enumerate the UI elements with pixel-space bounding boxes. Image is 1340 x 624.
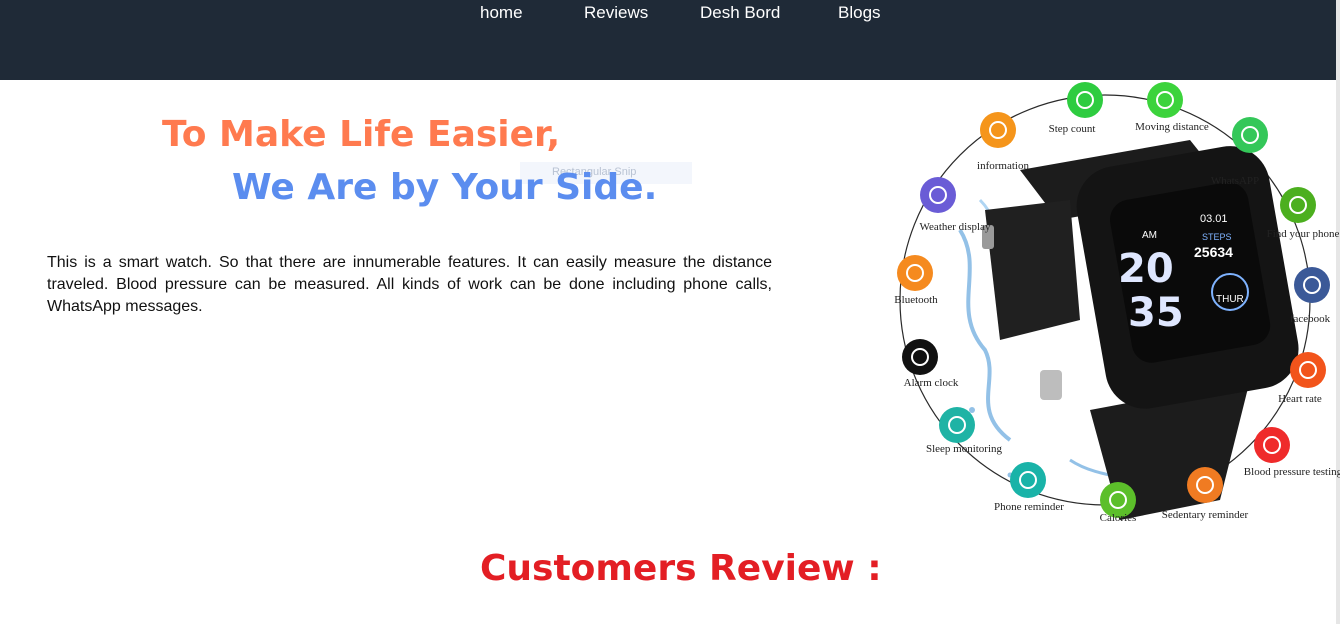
- customers-review-heading: Customers Review :: [480, 548, 882, 589]
- feature-12: Bluetooth: [894, 255, 938, 306]
- feature-label: Sleep monitoring: [926, 443, 1003, 455]
- feature-label: facebook: [1290, 313, 1331, 325]
- feature-9: Phone reminder: [994, 462, 1064, 513]
- smartwatch-product-image: AM 03.01 STEPS 25634 20 35 THUR Step cou…: [894, 82, 1340, 524]
- feature-6: Blood pressure testing: [1244, 427, 1340, 478]
- top-navbar: home Reviews Desh Bord Blogs: [0, 0, 1336, 80]
- feature-label: WhatsAPP: [1211, 175, 1259, 187]
- feature-11: Alarm clock: [902, 339, 959, 389]
- heart-pulse-icon: [1290, 352, 1326, 388]
- facebook-icon: [1294, 267, 1330, 303]
- feature-label: Step count: [1049, 123, 1096, 135]
- feature-14: information: [977, 112, 1029, 172]
- watch-date: 03.01: [1200, 213, 1228, 225]
- sleep-icon: [939, 407, 975, 443]
- message-icon: [980, 112, 1016, 148]
- feature-label: Sedentary reminder: [1162, 509, 1249, 521]
- nav-link-home[interactable]: home: [480, 3, 523, 23]
- watch-steps-value: 25634: [1194, 244, 1233, 260]
- feature-4: facebook: [1290, 267, 1331, 325]
- nav-link-blogs[interactable]: Blogs: [838, 3, 881, 23]
- phone-search-icon: [1280, 187, 1316, 223]
- feature-label: Find your phone: [1267, 228, 1340, 240]
- phone-icon: [1010, 462, 1046, 498]
- alarm-clock-icon: [902, 339, 938, 375]
- watch-steps-label: STEPS: [1202, 232, 1232, 242]
- bluetooth-icon: [897, 255, 933, 291]
- watch-minute: 35: [1128, 290, 1184, 336]
- watch-day: THUR: [1216, 294, 1244, 305]
- feature-label: Heart rate: [1278, 393, 1322, 405]
- sitting-person-icon: [1187, 467, 1223, 503]
- cloud-icon: [920, 177, 956, 213]
- thermometer-icon: [1254, 427, 1290, 463]
- feature-label: Bluetooth: [894, 294, 938, 306]
- feature-8: Calories: [1100, 482, 1137, 524]
- feature-label: Weather display: [920, 221, 991, 233]
- watch-hour: 20: [1118, 246, 1174, 292]
- feature-label: Blood pressure testing: [1244, 466, 1340, 478]
- hero-headline-line2: We Are by Your Side.: [232, 167, 658, 208]
- feature-1: Moving distance: [1135, 82, 1209, 133]
- feature-13: Weather display: [920, 177, 991, 233]
- feature-label: Alarm clock: [904, 377, 959, 389]
- hero-paragraph: This is a smart watch. So that there are…: [47, 254, 772, 315]
- nav-link-reviews[interactable]: Reviews: [584, 3, 648, 23]
- feature-3: Find your phone: [1267, 187, 1340, 240]
- whatsapp-icon: [1232, 117, 1268, 153]
- nav-link-desh-bord[interactable]: Desh Bord: [700, 3, 780, 23]
- feature-label: Moving distance: [1135, 121, 1209, 133]
- running-icon: [1067, 82, 1103, 118]
- feature-0: Step count: [1049, 82, 1103, 135]
- map-pin-icon: [1147, 82, 1183, 118]
- feature-label: Phone reminder: [994, 501, 1064, 513]
- watch-am-pm: AM: [1142, 230, 1157, 241]
- hero-headline-line1: To Make Life Easier,: [162, 114, 561, 155]
- feature-label: Calories: [1100, 512, 1137, 524]
- feature-label: information: [977, 160, 1029, 172]
